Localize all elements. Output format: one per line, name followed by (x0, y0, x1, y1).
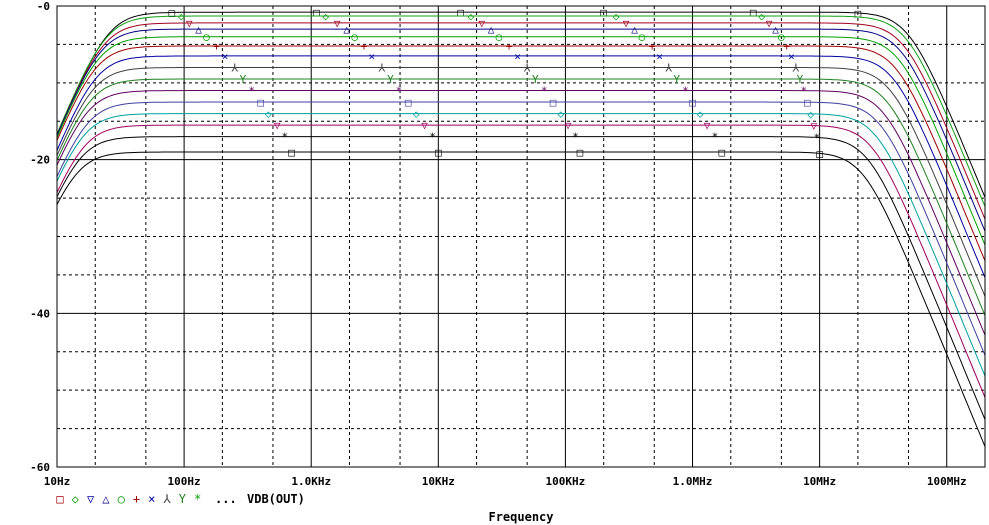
x-tick-label: 100Hz (168, 475, 201, 488)
trace-marker: ▽ (334, 17, 341, 30)
x-tick-label: 10KHz (422, 475, 455, 488)
trace-marker: □ (577, 146, 584, 159)
y-tick-label: -0 (37, 0, 50, 13)
legend-marker: ▽ (87, 492, 95, 506)
x-axis-label: Frequency (488, 510, 553, 524)
y-tick-label: -40 (30, 307, 50, 320)
trace-marker: □ (816, 147, 823, 160)
trace-marker: × (656, 50, 663, 63)
trace-marker: Y (387, 73, 394, 86)
x-tick-label: 100MHz (927, 475, 967, 488)
trace-marker: ○ (639, 31, 646, 44)
legend-marker: ⅄ (162, 492, 171, 506)
trace-marker: □ (750, 6, 757, 19)
legend-marker: ○ (118, 492, 125, 506)
trace-marker: + (361, 40, 368, 53)
trace-marker: ⅄ (523, 61, 531, 74)
trace-marker: ○ (203, 31, 210, 44)
trace-marker: □ (689, 96, 696, 109)
trace-marker: ▽ (186, 17, 193, 30)
trace-marker: Y (240, 73, 247, 86)
trace-marker: Y (532, 73, 539, 86)
trace-marker: ○ (496, 31, 503, 44)
legend-marker: Y (179, 492, 187, 506)
trace-marker: ▽ (479, 17, 486, 30)
legend-marker: + (133, 492, 140, 506)
legend-marker: × (148, 492, 155, 506)
trace-marker: ◇ (265, 108, 272, 121)
trace-marker: * (572, 131, 579, 144)
trace-marker: □ (550, 96, 557, 109)
trace-marker: □ (405, 96, 412, 109)
trace-marker: ▽ (623, 17, 630, 30)
x-tick-label: 100KHz (546, 475, 586, 488)
trace-marker: Y (673, 73, 680, 86)
trace-marker: □ (600, 6, 607, 19)
trace-marker: △ (631, 23, 638, 36)
trace-marker: □ (719, 146, 726, 159)
trace-marker: * (248, 85, 255, 98)
legend-marker: △ (102, 492, 110, 506)
legend-marker: * (194, 492, 201, 506)
trace-marker: * (813, 131, 820, 144)
trace-marker: ◇ (758, 10, 765, 23)
trace-marker: ◇ (322, 10, 329, 23)
trace-marker: ▽ (704, 119, 711, 132)
trace-marker: ▽ (274, 119, 281, 132)
trace-marker: * (712, 131, 719, 144)
x-tick-label: 1.0KHz (291, 475, 331, 488)
legend-marker: ◇ (72, 492, 80, 506)
y-tick-label: -60 (30, 461, 50, 474)
trace-marker: ▽ (565, 119, 572, 132)
trace-marker: △ (343, 23, 350, 36)
trace-marker: ◇ (413, 108, 420, 121)
trace-marker: × (222, 50, 229, 63)
x-tick-label: 10MHz (803, 475, 836, 488)
trace-marker: □ (288, 146, 295, 159)
legend-trace-label: VDB(OUT) (247, 492, 305, 506)
trace-marker: ⅄ (378, 61, 386, 74)
y-tick-label: -20 (30, 154, 50, 167)
trace-marker: ◇ (613, 10, 620, 23)
trace-marker: □ (313, 6, 320, 19)
trace-marker: + (213, 40, 220, 53)
trace-marker: * (682, 85, 689, 98)
trace-marker: ◇ (467, 10, 474, 23)
trace-marker: × (514, 50, 521, 63)
legend-ellipsis: ... (215, 492, 237, 506)
trace-marker: ▽ (421, 119, 428, 132)
trace-marker: + (649, 40, 656, 53)
trace-marker: △ (488, 23, 495, 36)
trace-marker: □ (855, 7, 862, 20)
x-tick-label: 1.0MHz (673, 475, 713, 488)
trace-marker: □ (457, 6, 464, 19)
trace-marker: * (541, 85, 548, 98)
trace-marker: * (429, 131, 436, 144)
trace-marker: * (282, 131, 289, 144)
trace-marker: □ (257, 96, 264, 109)
trace-marker: * (396, 85, 403, 98)
plot-canvas: □ □ □ □ □ □◇ ◇ ◇ ◇ ◇▽ ▽ ▽ ▽ ▽△ △ △ △ △○ ○ ○ ○ ○+ + + + +× × × × ×⅄ ⅄ ⅄ ⅄… (0, 0, 989, 525)
trace-marker: △ (195, 23, 202, 36)
trace-marker: + (506, 40, 513, 53)
trace-marker: ○ (351, 31, 358, 44)
trace-marker: ⅄ (230, 61, 238, 74)
trace-marker: ⅄ (664, 61, 672, 74)
trace-marker: ◇ (178, 10, 185, 23)
legend-marker: □ (56, 492, 63, 506)
legend: □ ◇ ▽ △ ○ + × ⅄ Y * ... VDB(OUT) (56, 492, 304, 506)
trace-marker: × (369, 50, 376, 63)
x-tick-label: 10Hz (44, 475, 71, 488)
trace-marker: ◇ (558, 108, 565, 121)
trace-marker: □ (435, 146, 442, 159)
trace-marker: □ (168, 6, 175, 19)
